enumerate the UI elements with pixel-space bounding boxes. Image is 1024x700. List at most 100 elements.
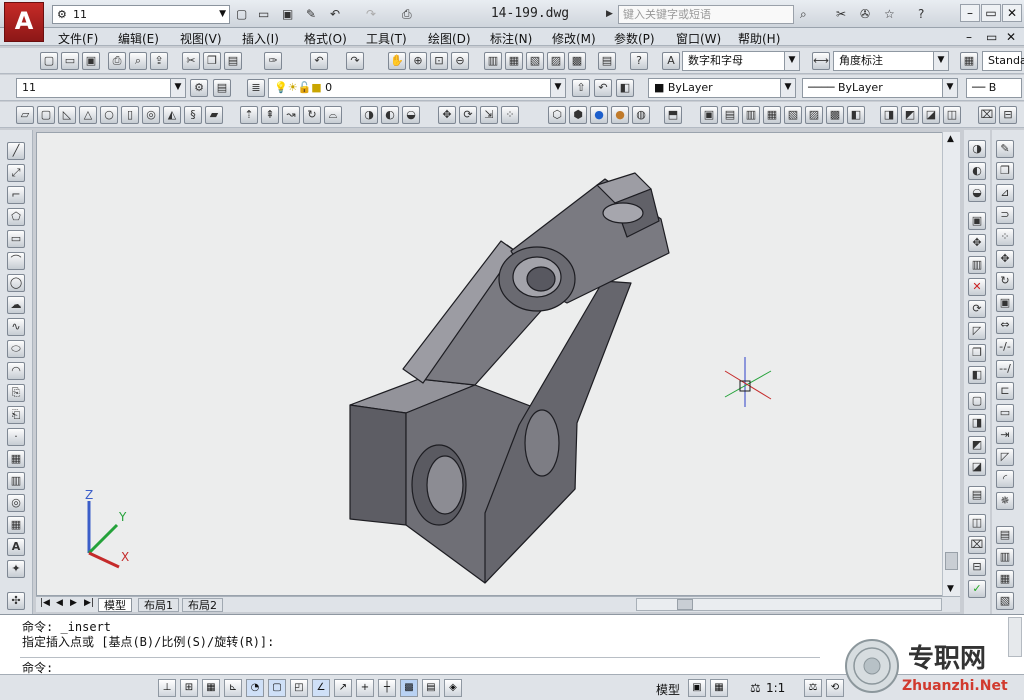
h-scroll-thumb[interactable] (677, 599, 693, 610)
taper-side-icon[interactable]: ◸ (968, 322, 986, 340)
3d-align-icon[interactable]: ⇲ (480, 106, 498, 124)
binoculars-icon[interactable]: ⌕ (800, 5, 807, 23)
table-style-select[interactable]: Standa (982, 51, 1024, 71)
object-snap-icon[interactable]: ▢ (268, 679, 286, 697)
ortho-mode-icon[interactable]: ⊾ (224, 679, 242, 697)
slice-icon[interactable]: ⌧ (978, 106, 996, 124)
3d-rotate-icon[interactable]: ⟳ (459, 106, 477, 124)
lineweight-select[interactable]: ── B (966, 78, 1022, 98)
offset-side-icon[interactable]: ▥ (968, 256, 986, 274)
tool-palettes-icon[interactable]: ▧ (526, 52, 544, 70)
union-icon[interactable]: ◑ (360, 106, 378, 124)
save-file-icon[interactable]: ▣ (82, 52, 100, 70)
close-button[interactable]: ✕ (1002, 4, 1022, 22)
edges-side-icon[interactable]: ▢ (968, 392, 986, 410)
help-tool-icon[interactable]: ? (630, 52, 648, 70)
vertical-scrollbar[interactable]: ▲ ▼ (942, 132, 960, 596)
layout-icon[interactable]: ▦ (996, 570, 1014, 588)
pan-icon[interactable]: ✋ (388, 52, 406, 70)
rotate-icon[interactable]: ↻ (996, 272, 1014, 290)
tab-first-icon[interactable]: |◀ (40, 598, 50, 608)
presspull-icon[interactable]: ⇞ (261, 106, 279, 124)
tab-layout2[interactable]: 布局2 (182, 598, 223, 612)
offset-faces-icon[interactable]: ▥ (742, 106, 760, 124)
tab-model[interactable]: 模型 (98, 598, 132, 612)
grid-display-icon[interactable]: ▦ (202, 679, 220, 697)
layer-state-select[interactable]: 11 ▼ (16, 78, 186, 98)
mirror-icon[interactable]: ⊿ (996, 184, 1014, 202)
cylinder-icon[interactable]: ▯ (121, 106, 139, 124)
polyline-icon[interactable]: ⌐ (7, 186, 25, 204)
print-icon[interactable]: ⎙ (108, 52, 126, 70)
torus-icon[interactable]: ◎ (142, 106, 160, 124)
polar-tracking-icon[interactable]: ◔ (246, 679, 264, 697)
preview-icon[interactable]: ⌕ (129, 52, 147, 70)
dynamic-ucs-icon[interactable]: ↗ (334, 679, 352, 697)
sheetset-icon[interactable]: ▨ (547, 52, 565, 70)
menu-help[interactable]: 帮助(H) (738, 30, 780, 47)
table-style-icon[interactable]: ▦ (960, 52, 978, 70)
visual-style-wire-icon[interactable]: ⬡ (548, 106, 566, 124)
check-side-icon[interactable]: ◫ (968, 514, 986, 532)
join-icon[interactable]: ⇥ (996, 426, 1014, 444)
explode-icon[interactable]: ✵ (996, 492, 1014, 510)
arc-icon[interactable]: ⌒ (7, 252, 25, 270)
doc-minimize-icon[interactable]: – (966, 30, 972, 44)
rotate-faces-icon[interactable]: ▧ (784, 106, 802, 124)
annotation-visibility-icon[interactable]: ⚖ (804, 679, 822, 697)
separate-side-icon[interactable]: ◪ (968, 458, 986, 476)
visual-style-conceptual-icon[interactable]: ● (611, 106, 629, 124)
visual-style-realistic-icon[interactable]: ● (590, 106, 608, 124)
move-side-icon[interactable]: ✥ (968, 234, 986, 252)
horizontal-scrollbar[interactable] (636, 598, 942, 611)
group-icon[interactable]: ▤ (996, 526, 1014, 544)
menu-edit[interactable]: 编辑(E) (118, 30, 159, 47)
line-icon[interactable]: ╱ (7, 142, 25, 160)
quick-properties-icon[interactable]: ▤ (422, 679, 440, 697)
imprint-icon[interactable]: ◨ (880, 106, 898, 124)
color-side-icon[interactable]: ◧ (968, 366, 986, 384)
visual-styles-manager-icon[interactable]: ◍ (632, 106, 650, 124)
polygon-icon[interactable]: ⬠ (7, 208, 25, 226)
tab-prev-icon[interactable]: ◀ (56, 598, 63, 608)
tools-icon[interactable]: ✂ (836, 5, 846, 23)
infer-constraints-icon[interactable]: ⊥ (158, 679, 176, 697)
make-current-icon[interactable]: ⇧ (572, 79, 590, 97)
point-icon[interactable]: · (7, 428, 25, 446)
break-icon[interactable]: ▭ (996, 404, 1014, 422)
model-space-label[interactable]: 模型 (656, 681, 680, 698)
save-icon[interactable]: ▣ (282, 5, 293, 23)
menu-insert[interactable]: 插入(I) (242, 30, 279, 47)
flatten-side-icon[interactable]: ✓ (968, 580, 986, 598)
text-style-icon[interactable]: A (662, 52, 680, 70)
color-faces-icon[interactable]: ◧ (847, 106, 865, 124)
planar-surface-icon[interactable]: ▰ (205, 106, 223, 124)
clean-side-icon[interactable]: ◩ (968, 436, 986, 454)
table-icon[interactable]: ▦ (7, 516, 25, 534)
intersect-icon[interactable]: ◒ (402, 106, 420, 124)
undo-tool-icon[interactable]: ↶ (310, 52, 328, 70)
layer-select[interactable]: 💡☀🔓■ 0 ▼ (268, 78, 566, 98)
box-icon[interactable]: ▢ (37, 106, 55, 124)
3d-object-snap-icon[interactable]: ◰ (290, 679, 308, 697)
menu-file[interactable]: 文件(F) (58, 30, 98, 47)
extrude-side-icon[interactable]: ▣ (968, 212, 986, 230)
redo-tool-icon[interactable]: ↷ (346, 52, 364, 70)
rotate-side-icon[interactable]: ⟳ (968, 300, 986, 318)
dim-style-select[interactable]: 角度标注 ▼ (833, 51, 949, 71)
qnew-icon[interactable]: ▢ (40, 52, 58, 70)
tab-next-icon[interactable]: ▶ (70, 598, 77, 608)
help-icon[interactable]: ? (918, 5, 924, 23)
scroll-thumb[interactable] (945, 552, 958, 570)
menu-parametric[interactable]: 参数(P) (614, 30, 655, 47)
solid-edit-icon[interactable]: ⬒ (664, 106, 682, 124)
subtract-side-icon[interactable]: ◐ (968, 162, 986, 180)
matchprop-icon[interactable]: ✑ (264, 52, 282, 70)
copy-faces-icon[interactable]: ▩ (826, 106, 844, 124)
viewport-icon[interactable]: ▧ (996, 592, 1014, 610)
ellipse-icon[interactable]: ⬭ (7, 340, 25, 358)
revolve-icon[interactable]: ↻ (303, 106, 321, 124)
visual-style-hidden-icon[interactable]: ⬢ (569, 106, 587, 124)
copy-side-icon[interactable]: ❐ (968, 344, 986, 362)
menu-window[interactable]: 窗口(W) (676, 30, 721, 47)
